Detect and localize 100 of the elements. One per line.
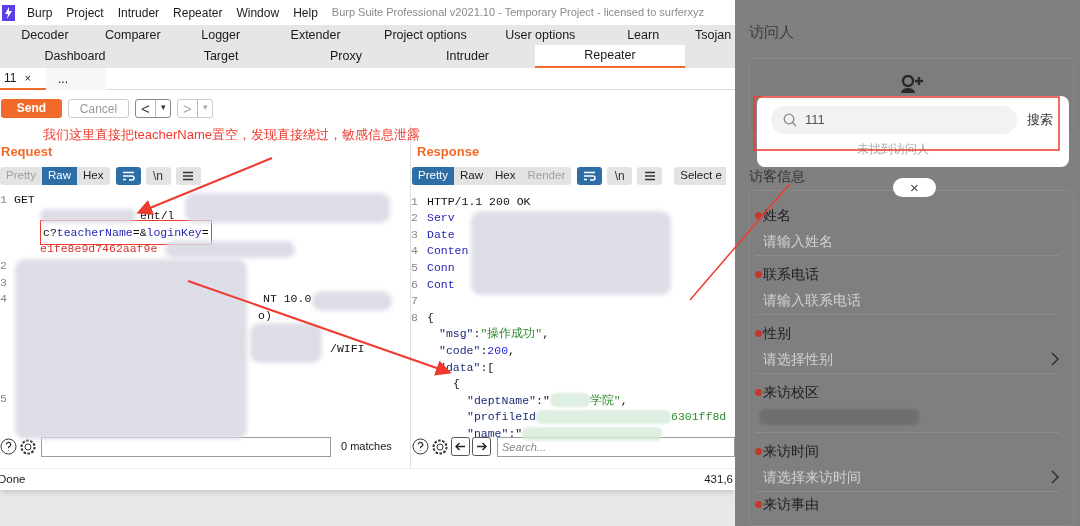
- back-button[interactable]: < ▾: [135, 98, 171, 118]
- menu-item[interactable]: Help: [293, 3, 318, 22]
- settings-icon[interactable]: [19, 437, 37, 456]
- request-tab[interactable]: ...: [46, 68, 106, 90]
- code-line: {: [453, 376, 460, 393]
- line-number: 1: [411, 193, 419, 210]
- code-line: HTTP/1.1 200 OK: [427, 193, 531, 210]
- menu-item[interactable]: Repeater: [173, 3, 223, 22]
- required-mark: [755, 447, 762, 455]
- tool-tab[interactable]: Decoder: [0, 25, 90, 45]
- code-line: NT 10.0: [263, 291, 312, 308]
- annotation-text: 我们这里直接把teacherName置空，发现直接绕过，敏感信息泄露: [43, 126, 421, 144]
- code-line: Date: [427, 226, 455, 243]
- code-line: Cont: [427, 276, 455, 293]
- tool-tab[interactable]: User options: [485, 25, 596, 45]
- code-line: Serv: [427, 210, 455, 227]
- tool-tab[interactable]: Extender: [265, 25, 366, 45]
- view-tab[interactable]: Pretty: [412, 167, 455, 185]
- field-label: 来访时间: [755, 440, 1059, 462]
- menu-icon: [643, 171, 656, 181]
- tool-tab[interactable]: Dashboard: [0, 45, 150, 68]
- line-number: 4: [411, 243, 419, 260]
- code-line: "code":200,: [439, 343, 515, 360]
- search-button[interactable]: 搜索: [1027, 110, 1053, 130]
- menu-item[interactable]: Window: [236, 3, 280, 22]
- required-mark: [755, 211, 762, 219]
- add-person-icon: [899, 74, 924, 93]
- menu-button[interactable]: [175, 167, 201, 185]
- search-field[interactable]: Search...: [497, 436, 735, 457]
- match-count: 0 matches: [341, 439, 392, 455]
- newline-toggle[interactable]: \n: [145, 167, 171, 185]
- window-title: Burp Suite Professional v2021.10 - Temporary Project - licensed to surferxyz: [331, 5, 704, 21]
- menu-item[interactable]: Project: [66, 3, 104, 22]
- code-line: "deptName":" 学院",: [467, 392, 628, 410]
- tool-tab[interactable]: Project options: [365, 25, 486, 45]
- view-tab[interactable]: Hex: [77, 167, 110, 185]
- line-number: 3: [0, 274, 8, 291]
- tool-tab[interactable]: Comparer: [89, 25, 176, 45]
- forward-arrow-button[interactable]: [472, 437, 491, 456]
- menu-item[interactable]: Intruder: [117, 3, 160, 22]
- pane-title: Request: [0, 143, 54, 161]
- section-title: 访问人: [749, 22, 795, 42]
- settings-icon[interactable]: [431, 437, 449, 456]
- chevron-icon: [1051, 470, 1059, 484]
- tool-tab[interactable]: Tsojan: [691, 25, 735, 45]
- field-label: 性别: [755, 322, 1059, 344]
- wrap-toggle[interactable]: [577, 167, 603, 185]
- pixelated-block: [250, 323, 322, 363]
- code-line: Conten: [427, 243, 469, 260]
- tool-tab[interactable]: Learn: [595, 25, 692, 45]
- response-size-text: 431,6: [704, 471, 733, 487]
- field-label: 来访事由: [755, 493, 1059, 515]
- wrap-icon: [121, 171, 135, 181]
- wrap-icon: [583, 171, 597, 181]
- line-number: 6: [411, 276, 419, 293]
- line-number: 1: [0, 191, 8, 208]
- tool-tab[interactable]: Proxy: [292, 45, 400, 68]
- close-button[interactable]: ×: [893, 178, 936, 197]
- view-tab[interactable]: Raw: [42, 167, 78, 185]
- code-line: e1fe8e9d7462aaf9e: [40, 241, 158, 258]
- back-arrow-button[interactable]: [451, 437, 470, 456]
- search-value: 111: [805, 111, 825, 130]
- field-label: 姓名: [755, 204, 1059, 226]
- line-number: 4: [0, 291, 8, 308]
- menu-icon: [182, 171, 194, 181]
- menu-item[interactable]: Burp: [27, 3, 53, 22]
- code-line: /WIFI: [330, 341, 365, 358]
- required-mark: [755, 388, 762, 396]
- code-line: Conn: [427, 260, 455, 277]
- chevron-icon: [1051, 352, 1059, 366]
- field-label: 联系电话: [755, 263, 1059, 285]
- line-number: 3: [411, 226, 419, 243]
- help-icon[interactable]: [0, 438, 17, 455]
- search-icon: [783, 113, 797, 127]
- help-icon[interactable]: [412, 438, 429, 455]
- view-tab[interactable]: Raw: [454, 167, 490, 185]
- required-mark: [755, 329, 762, 337]
- view-tab[interactable]: Hex: [489, 167, 522, 185]
- code-line: "profileId 6301ff8d: [467, 409, 727, 426]
- code-line: c?teacherName=&loginKey=: [43, 224, 209, 241]
- menu-button[interactable]: [637, 167, 663, 185]
- line-number: 2: [411, 210, 419, 227]
- request-tab[interactable]: 11 ×: [0, 68, 46, 90]
- tool-tab[interactable]: Target: [150, 45, 292, 68]
- tool-tab[interactable]: Repeater: [535, 45, 685, 68]
- newline-toggle[interactable]: \n: [607, 167, 633, 185]
- pane-title: Response: [416, 143, 481, 161]
- line-number: 7: [411, 293, 419, 310]
- wrap-toggle[interactable]: [115, 167, 141, 185]
- required-mark: [755, 500, 762, 508]
- line-number: 8: [411, 309, 419, 326]
- code-line: "msg":"操作成功",: [439, 326, 550, 343]
- field-label: 来访校区: [755, 381, 1059, 403]
- search-field[interactable]: 111: [771, 106, 1017, 134]
- tool-tab[interactable]: Logger: [175, 25, 266, 45]
- line-number: 2: [0, 258, 8, 275]
- required-mark: [755, 270, 762, 278]
- select-encoding-button[interactable]: Select e: [674, 167, 726, 185]
- pixelated-block: [549, 393, 590, 408]
- tool-tab[interactable]: Intruder: [400, 45, 535, 68]
